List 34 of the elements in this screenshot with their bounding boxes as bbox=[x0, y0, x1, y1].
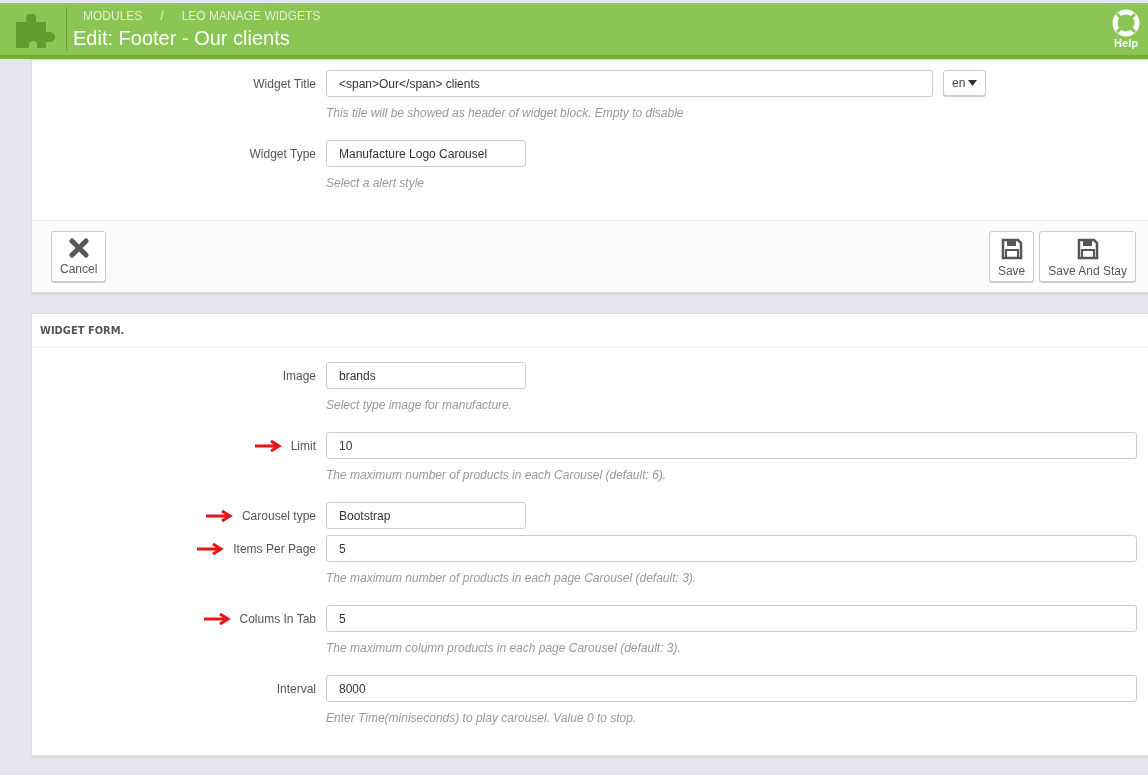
breadcrumb-separator: / bbox=[160, 8, 164, 23]
help-text: Enter Time(miniseconds) to play carousel. Value 0 to stop. bbox=[326, 711, 638, 725]
field-label: Widget Type bbox=[249, 147, 316, 161]
help-text: The maximum column products in each page Carousel (default: 3). bbox=[326, 641, 682, 655]
field-label: Carousel type bbox=[241, 509, 316, 523]
field-label: Image bbox=[282, 369, 316, 383]
text-field[interactable]: 8000 bbox=[326, 675, 1137, 702]
field-label: Colums In Tab bbox=[239, 612, 316, 626]
caret-icon bbox=[968, 80, 978, 86]
panel-heading: WIDGET FORM. bbox=[32, 314, 1148, 348]
text-field[interactable]: 5 bbox=[326, 535, 1137, 562]
help-text: Select type image for manufacture. bbox=[326, 398, 514, 412]
text-field[interactable]: 10 bbox=[326, 432, 1137, 459]
page-title: Edit: Footer - Our clients bbox=[73, 26, 291, 50]
text-field[interactable]: Bootstrap bbox=[326, 502, 526, 529]
puzzle-icon bbox=[16, 14, 56, 48]
field-label: Items Per Page bbox=[233, 542, 316, 556]
lifebuoy-icon bbox=[1112, 9, 1140, 37]
field-label: Limit bbox=[290, 439, 316, 453]
field-label: Interval bbox=[276, 682, 316, 696]
close-icon bbox=[68, 238, 89, 258]
text-field[interactable]: Manufacture Logo Carousel bbox=[326, 140, 526, 167]
text-field[interactable]: <span>Our</span> clients bbox=[326, 70, 933, 97]
cancel-button[interactable]: Cancel bbox=[51, 231, 107, 282]
help-text: Select a alert style bbox=[326, 176, 426, 190]
save-button[interactable]: Save And Stay bbox=[1039, 231, 1136, 282]
text-field[interactable]: brands bbox=[326, 362, 526, 389]
field-label: Widget Title bbox=[253, 77, 316, 91]
help-text: This tile will be showed as header of widget block. Empty to disable bbox=[326, 106, 685, 120]
save-button[interactable]: Save bbox=[988, 231, 1035, 282]
help-text: The maximum number of products in each page Carousel (default: 3). bbox=[326, 571, 698, 585]
help-text: The maximum number of products in each Carousel (default: 6). bbox=[326, 468, 668, 482]
text-field[interactable]: 5 bbox=[326, 605, 1137, 632]
language-dropdown[interactable]: en bbox=[943, 70, 987, 96]
